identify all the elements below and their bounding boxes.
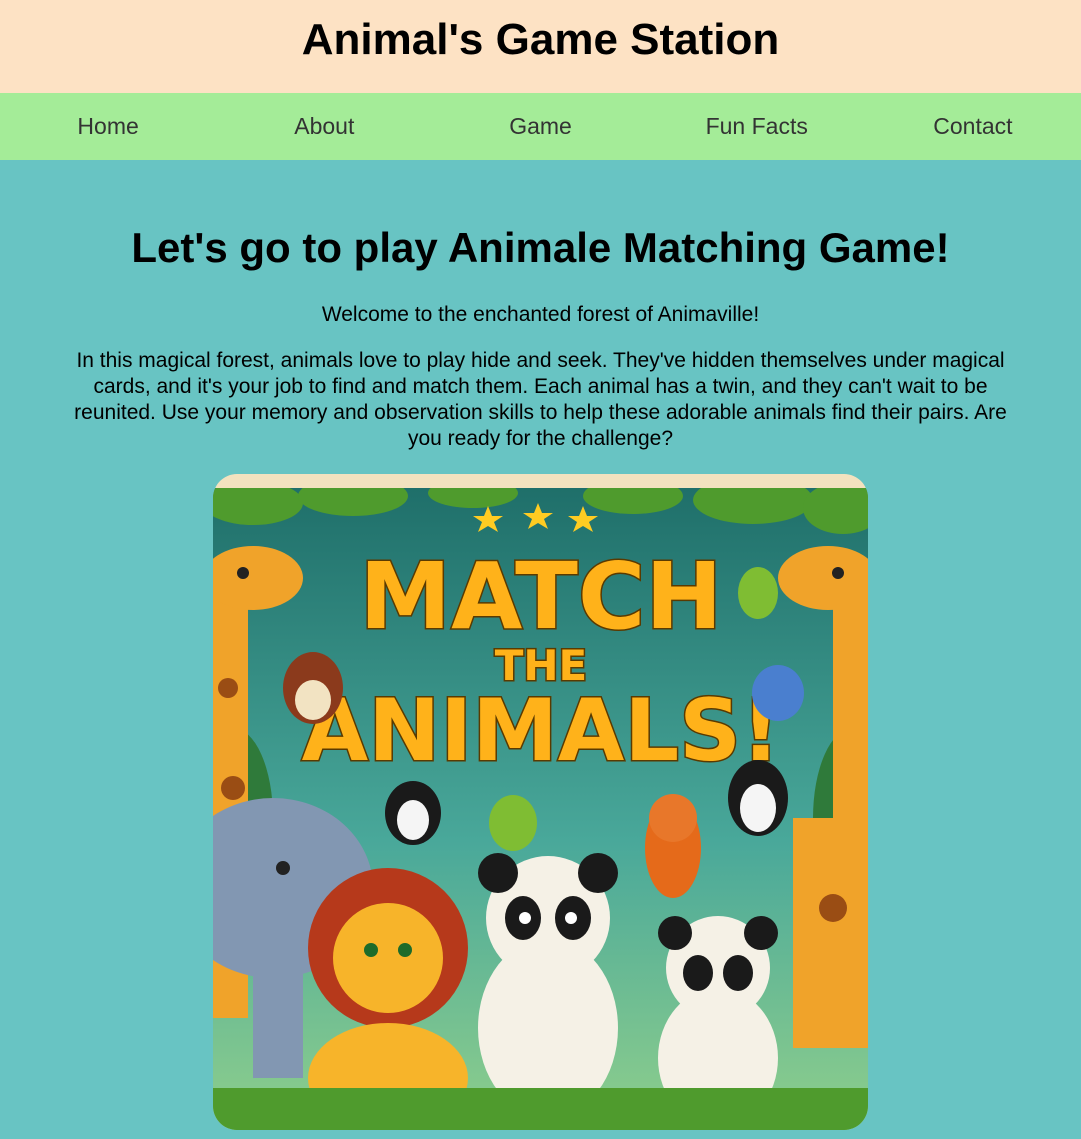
- penguin-middle: [385, 781, 441, 845]
- nav-fun-facts-link[interactable]: Fun Facts: [649, 113, 865, 140]
- penguin-right: [728, 760, 788, 836]
- site-header: Animal's Game Station: [0, 0, 1081, 93]
- nav-about-link[interactable]: About: [216, 113, 432, 140]
- match-the-animals-poster: MATCH THE ANIMALS!: [213, 474, 868, 1130]
- welcome-text: Welcome to the enchanted forest of Anima…: [321, 303, 760, 326]
- poster-illustration: MATCH THE ANIMALS!: [213, 488, 868, 1130]
- story-text: In this magical forest, animals love to …: [74, 349, 1007, 450]
- grass: [213, 1088, 868, 1130]
- page-heading: Let's go to play Animale Matching Game!: [131, 224, 950, 271]
- main-content: Let's go to play Animale Matching Game! …: [0, 160, 1081, 1130]
- blue-bird: [752, 665, 804, 721]
- fox: [645, 794, 701, 898]
- nav-game-link[interactable]: Game: [432, 113, 648, 140]
- site-title: Animal's Game Station: [301, 14, 780, 64]
- poster-title-animals: ANIMALS!: [302, 681, 781, 781]
- main-nav: Home About Game Fun Facts Contact: [0, 93, 1081, 160]
- poster-title-match: MATCH: [360, 543, 723, 650]
- nav-home-link[interactable]: Home: [0, 113, 216, 140]
- nav-contact-link[interactable]: Contact: [865, 113, 1081, 140]
- panda-large: [478, 853, 618, 1118]
- owl: [283, 652, 343, 724]
